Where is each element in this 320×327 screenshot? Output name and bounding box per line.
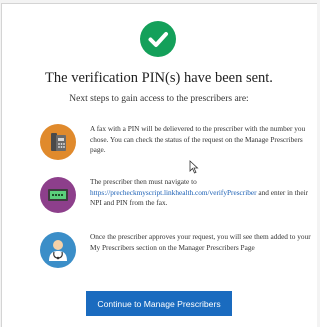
- continue-to-manage-prescribers-button[interactable]: Continue to Manage Prescribers: [86, 291, 232, 316]
- computer-monitor-icon: [40, 177, 76, 213]
- step-approval: Once the prescriber approves your reques…: [40, 232, 311, 272]
- success-check-icon: [140, 21, 176, 57]
- step-navigate-prefix: The prescriber then must navigate to: [90, 177, 197, 186]
- page-title: The verification PIN(s) have been sent.: [45, 70, 273, 86]
- mouse-pointer-icon: [189, 160, 199, 174]
- doctor-icon: [40, 232, 76, 268]
- step-navigate-text: The prescriber then must navigate to http…: [90, 177, 312, 209]
- step-fax-text: A fax with a PIN will be delievered to t…: [90, 124, 306, 154]
- page-subtitle: Next steps to gain access to the prescri…: [69, 94, 249, 104]
- fax-machine-icon: [40, 124, 76, 160]
- step-approval-text: Once the prescriber approves your reques…: [90, 232, 311, 252]
- verify-prescriber-link[interactable]: https://precheckmyscript.linkhealth.com/…: [90, 188, 257, 197]
- step-navigate: The prescriber then must navigate to http…: [40, 177, 310, 217]
- step-fax: A fax with a PIN will be delievered to t…: [40, 124, 310, 164]
